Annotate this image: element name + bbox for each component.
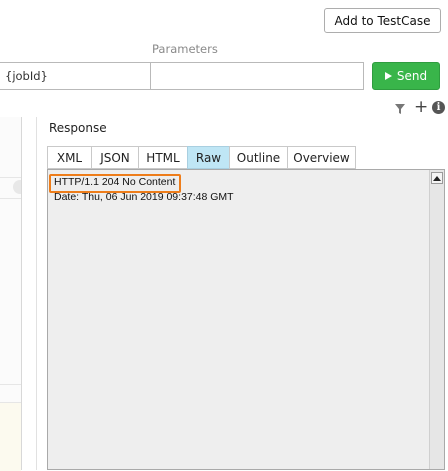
tab-html[interactable]: HTML xyxy=(138,146,188,169)
info-icon[interactable]: i xyxy=(432,101,445,114)
resource-path-field[interactable]: {jobId} xyxy=(0,62,150,90)
tab-xml[interactable]: XML xyxy=(47,146,92,169)
raw-response-viewer[interactable]: HTTP/1.1 204 No Content Date: Thu, 06 Ju… xyxy=(47,169,445,470)
parameters-field[interactable] xyxy=(150,62,364,90)
collapsed-side-panel xyxy=(0,117,22,471)
collapse-handle[interactable] xyxy=(13,180,21,194)
vertical-scrollbar[interactable] xyxy=(429,170,444,469)
panel-strip xyxy=(0,199,21,385)
tab-json[interactable]: JSON xyxy=(91,146,139,169)
status-line-highlight xyxy=(49,174,181,193)
parameters-header: Parameters xyxy=(152,42,218,56)
panel-strip xyxy=(0,402,21,471)
tab-outline[interactable]: Outline xyxy=(229,146,288,169)
filter-icon[interactable] xyxy=(394,103,406,115)
send-button[interactable]: Send xyxy=(372,62,440,90)
plus-icon[interactable]: + xyxy=(414,99,428,116)
tab-overview[interactable]: Overview xyxy=(287,146,356,169)
panel-divider[interactable] xyxy=(36,117,37,470)
add-to-testcase-button[interactable]: Add to TestCase xyxy=(324,8,441,33)
send-label: Send xyxy=(396,69,428,83)
response-label: Response xyxy=(49,121,107,135)
play-icon xyxy=(384,72,392,80)
scroll-up-button[interactable] xyxy=(431,172,443,184)
tab-raw[interactable]: Raw xyxy=(187,146,230,169)
response-tabs: XML JSON HTML Raw Outline Overview xyxy=(47,146,356,169)
